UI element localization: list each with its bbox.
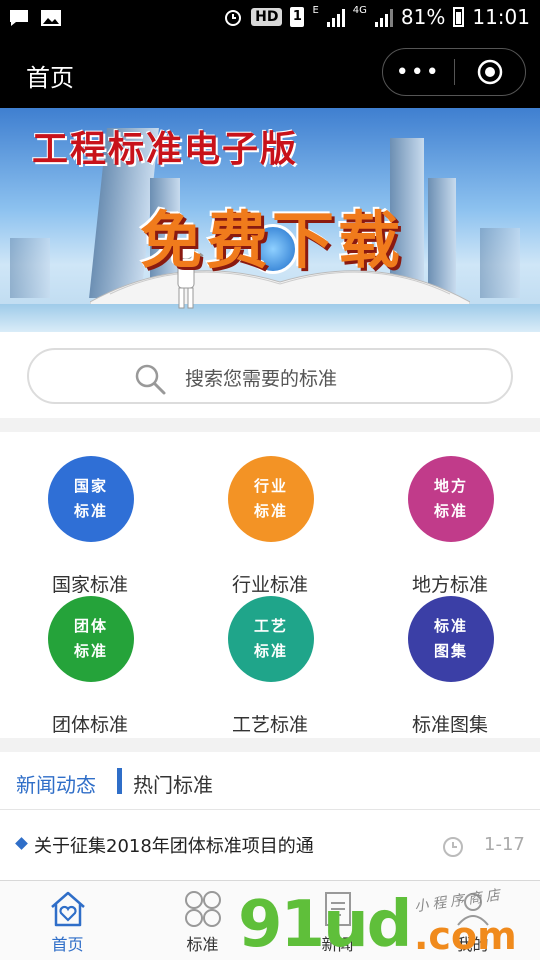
clock-time: 11:01 <box>472 5 530 29</box>
category-industry[interactable]: 行业 标准 行业标准 <box>180 456 360 596</box>
document-icon <box>325 892 351 926</box>
battery-percent: 81% <box>400 5 446 29</box>
badge-line-2: 标准 <box>73 502 108 520</box>
signal-icon-2 <box>374 7 393 27</box>
badge-line-2: 图集 <box>433 642 468 660</box>
grid-icon <box>185 891 221 927</box>
tab-news[interactable]: 新闻动态 <box>16 769 96 798</box>
alarm-icon <box>225 10 242 26</box>
badge-line-1: 标准 <box>433 617 468 635</box>
tab-news[interactable]: 新闻 <box>270 881 405 960</box>
badge-line-2: 标准 <box>253 502 288 520</box>
category-badge-icon: 标准 图集 <box>408 596 494 682</box>
mini-program-capsule: ••• <box>382 48 526 96</box>
battery-icon <box>453 7 465 27</box>
tab-hot-standards[interactable]: 热门标准 <box>133 769 213 798</box>
close-button[interactable] <box>455 59 526 85</box>
category-label: 行业标准 <box>231 574 308 596</box>
sim-indicator: 1 <box>290 7 305 27</box>
tab-standards[interactable]: 标准 <box>135 881 270 960</box>
news-section: 新闻动态 热门标准 关于征集2018年团体标准项目的通 1-17 <box>0 752 540 880</box>
list-item[interactable]: 关于征集2018年团体标准项目的通 1-17 <box>0 811 540 879</box>
badge-line-1: 工艺 <box>253 617 288 635</box>
network-e-label: E <box>312 5 319 16</box>
search-placeholder: 搜索您需要的标准 <box>185 368 338 390</box>
user-icon <box>457 893 489 926</box>
page-title: 首页 <box>26 64 74 92</box>
more-button[interactable]: ••• <box>383 60 454 85</box>
building-shape <box>480 228 520 298</box>
promo-banner[interactable]: 工程标准电子版 免费下载 <box>0 108 540 332</box>
water-reflection <box>0 304 540 332</box>
category-label: 工艺标准 <box>231 714 308 736</box>
search-icon <box>135 364 166 395</box>
tab-label: 我的 <box>456 935 489 954</box>
gallery-icon <box>41 10 61 26</box>
category-local[interactable]: 地方 标准 地方标准 <box>360 456 540 596</box>
target-icon <box>477 59 502 85</box>
tab-mine[interactable]: 我的 <box>405 881 540 960</box>
badge-line-2: 标准 <box>73 642 108 660</box>
category-badge-icon: 地方 标准 <box>408 456 494 542</box>
signal-icon <box>326 7 345 27</box>
category-label: 标准图集 <box>411 714 488 736</box>
category-grid: 国家 标准 国家标准 行业 标准 行业标准 地方 标准 地方标准 团体 标准 团… <box>0 432 540 738</box>
badge-line-1: 行业 <box>253 477 288 495</box>
building-shape <box>10 238 50 298</box>
category-label: 国家标准 <box>51 574 128 596</box>
badge-line-2: 标准 <box>433 502 468 520</box>
news-tabs: 新闻动态 热门标准 <box>0 752 540 810</box>
tab-label: 首页 <box>51 935 84 954</box>
banner-headline: 免费下载 <box>140 204 405 277</box>
category-badge-icon: 团体 标准 <box>48 596 134 682</box>
status-bar: HD 1 E 4G 81% 11:01 <box>0 0 540 36</box>
home-heart-icon <box>51 891 85 927</box>
badge-line-1: 团体 <box>73 617 108 635</box>
search-input[interactable]: 搜索您需要的标准 <box>27 348 513 404</box>
clock-icon <box>443 837 463 857</box>
tab-label: 新闻 <box>321 935 354 954</box>
bullet-diamond-icon <box>15 837 28 850</box>
category-group[interactable]: 团体 标准 团体标准 <box>0 596 180 736</box>
badge-line-1: 地方 <box>433 477 468 495</box>
title-bar: 首页 ••• <box>0 36 540 108</box>
tab-label: 标准 <box>186 935 219 954</box>
network-4g-label: 4G <box>352 5 367 16</box>
tab-home[interactable]: 首页 <box>0 881 135 960</box>
tab-divider <box>117 768 122 794</box>
category-badge-icon: 工艺 标准 <box>228 596 314 682</box>
category-label: 团体标准 <box>51 714 128 736</box>
news-date: 1-17 <box>484 834 525 855</box>
category-national[interactable]: 国家 标准 国家标准 <box>0 456 180 596</box>
category-badge-icon: 行业 标准 <box>228 456 314 542</box>
category-badge-icon: 国家 标准 <box>48 456 134 542</box>
badge-line-1: 国家 <box>73 477 108 495</box>
news-title: 关于征集2018年团体标准项目的通 <box>34 836 314 857</box>
badge-line-2: 标准 <box>253 642 288 660</box>
banner-subtitle: 工程标准电子版 <box>32 129 299 170</box>
bottom-tab-bar: 首页 标准 新闻 我的 <box>0 880 540 960</box>
hd-badge: HD <box>251 8 283 26</box>
category-atlas[interactable]: 标准 图集 标准图集 <box>360 596 540 736</box>
message-icon <box>10 10 28 26</box>
category-label: 地方标准 <box>411 574 488 596</box>
search-section: 搜索您需要的标准 <box>0 332 540 418</box>
category-craft[interactable]: 工艺 标准 工艺标准 <box>180 596 360 736</box>
